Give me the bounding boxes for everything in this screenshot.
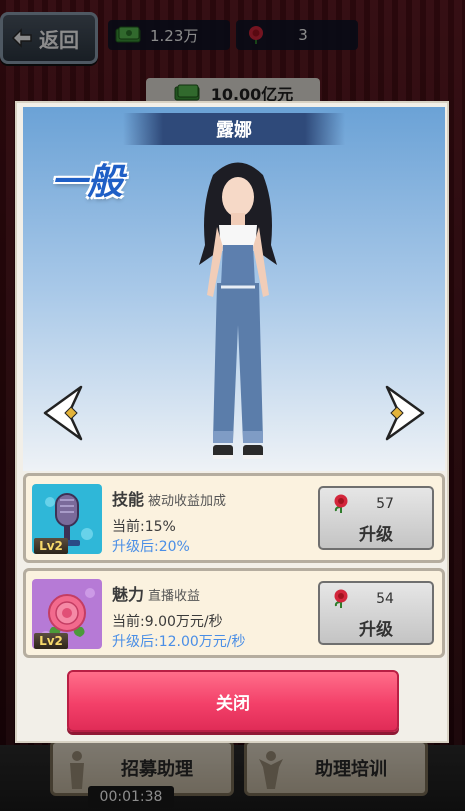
skill-card-passive: Lv2 技能 被动收益加成 当前:15% 升级后:20% 57 升级: [23, 473, 445, 563]
upgrade-cost-row: 54: [320, 587, 432, 611]
rose-icon: [334, 494, 348, 513]
upgrade-label: 升级: [359, 620, 393, 640]
skill-title: 技能: [112, 490, 145, 509]
skill-icon-frame: Lv2: [32, 484, 102, 554]
skill-next-value: 升级后:20%: [112, 539, 190, 555]
assistant-detail-modal: 露娜 一般 Lv2 技能 被动收益加成 当前:15% 升级后:20% 57 升级…: [15, 101, 449, 743]
skill-level-badge: Lv2: [34, 538, 68, 554]
upgrade-label: 升级: [359, 525, 393, 545]
upgrade-skill-button[interactable]: 57 升级: [318, 486, 434, 550]
skill-card-charm: Lv2 魅力 直播收益 当前:9.00万元/秒 升级后:12.00万元/秒 54 …: [23, 568, 445, 658]
next-character-arrow[interactable]: [385, 385, 427, 441]
upgrade-cost: 54: [376, 591, 394, 607]
portrait-panel: 露娜 一般: [23, 107, 445, 471]
close-button[interactable]: 关闭: [67, 670, 399, 732]
skill-icon-frame: Lv2: [32, 579, 102, 649]
upgrade-cost: 57: [376, 496, 394, 512]
rose-icon: [334, 589, 348, 608]
skill-level-badge: Lv2: [34, 633, 68, 649]
skill-description: 被动收益加成: [148, 494, 227, 509]
character-name: 露娜: [123, 113, 345, 145]
prev-character-arrow[interactable]: [41, 385, 83, 441]
skill-name: 魅力 直播收益: [112, 581, 200, 605]
rarity-label: 一般: [51, 162, 124, 203]
skill-current-value: 当前:9.00万元/秒: [112, 614, 223, 630]
skill-title: 魅力: [112, 585, 145, 604]
upgrade-cost-row: 57: [320, 492, 432, 516]
upgrade-charm-button[interactable]: 54 升级: [318, 581, 434, 645]
skill-description: 直播收益: [148, 589, 201, 604]
character-portrait: [199, 162, 277, 459]
skill-next-value: 升级后:12.00万元/秒: [112, 634, 246, 650]
skill-current-value: 当前:15%: [112, 519, 176, 535]
skill-name: 技能 被动收益加成: [112, 486, 226, 510]
